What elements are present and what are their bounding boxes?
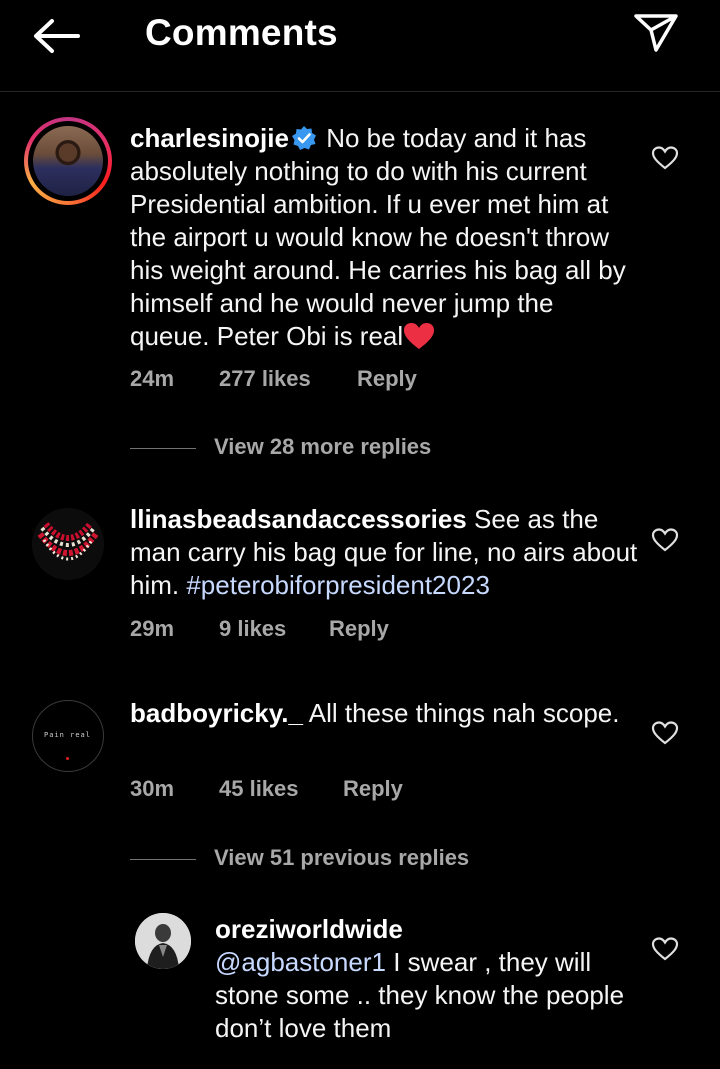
page-title: Comments	[145, 12, 338, 53]
comment-body: charlesinojie No be today and it has abs…	[130, 122, 640, 353]
comment-username[interactable]: badboyricky._	[130, 698, 303, 728]
divider-line	[130, 859, 196, 860]
comment-text: All these things nah scope.	[302, 698, 620, 728]
comment-time: 24m	[130, 366, 175, 391]
reply-button[interactable]: Reply	[329, 616, 389, 642]
comment-username[interactable]: llinasbeadsandaccessories	[130, 504, 467, 534]
verified-badge-icon	[291, 126, 316, 150]
like-heart-icon[interactable]	[651, 145, 679, 171]
comment-body: badboyricky._ All these things nah scope…	[130, 697, 640, 730]
comment-username[interactable]: oreziworldwide	[215, 914, 403, 944]
mention-link[interactable]: @agbastoner1	[215, 947, 386, 977]
like-count[interactable]: 277 likes	[219, 366, 311, 392]
comment-body: llinasbeadsandaccessories See as the man…	[130, 503, 640, 602]
hashtag-link[interactable]: #peterobiforpresident2023	[186, 570, 490, 600]
like-count[interactable]: 9 likes	[219, 616, 286, 642]
send-icon	[634, 14, 678, 52]
comment-text: No be today and it has absolutely nothin…	[130, 123, 626, 351]
reply-button[interactable]: Reply	[357, 366, 417, 392]
avatar-text: Pain real	[44, 731, 91, 739]
like-heart-icon[interactable]	[651, 720, 679, 746]
like-heart-icon[interactable]	[651, 936, 679, 962]
beads-necklace-photo	[32, 508, 104, 580]
reply-body: oreziworldwide @agbastoner1 I swear , the…	[215, 913, 635, 1045]
like-count[interactable]: 45 likes	[219, 776, 299, 802]
avatar-charlesinojie[interactable]	[24, 117, 112, 205]
like-heart-icon[interactable]	[651, 527, 679, 553]
comment-username[interactable]: charlesinojie	[130, 123, 289, 153]
back-arrow-icon	[34, 19, 80, 53]
profile-photo	[135, 913, 191, 969]
avatar-badboyricky[interactable]: Pain real	[32, 700, 104, 772]
comment-time: 30m	[130, 776, 175, 801]
share-button[interactable]	[630, 10, 682, 58]
profile-photo	[33, 126, 103, 196]
red-dot-icon	[66, 757, 69, 760]
divider-line	[130, 448, 196, 449]
red-heart-emoji-icon	[404, 323, 435, 349]
reply-button[interactable]: Reply	[343, 776, 403, 802]
comment-time: 29m	[130, 616, 175, 641]
avatar-oreziworldwide[interactable]	[135, 913, 191, 969]
back-button[interactable]	[30, 14, 82, 58]
avatar-llinasbeadsandaccessories[interactable]	[32, 508, 104, 580]
top-bar: Comments	[0, 0, 720, 92]
